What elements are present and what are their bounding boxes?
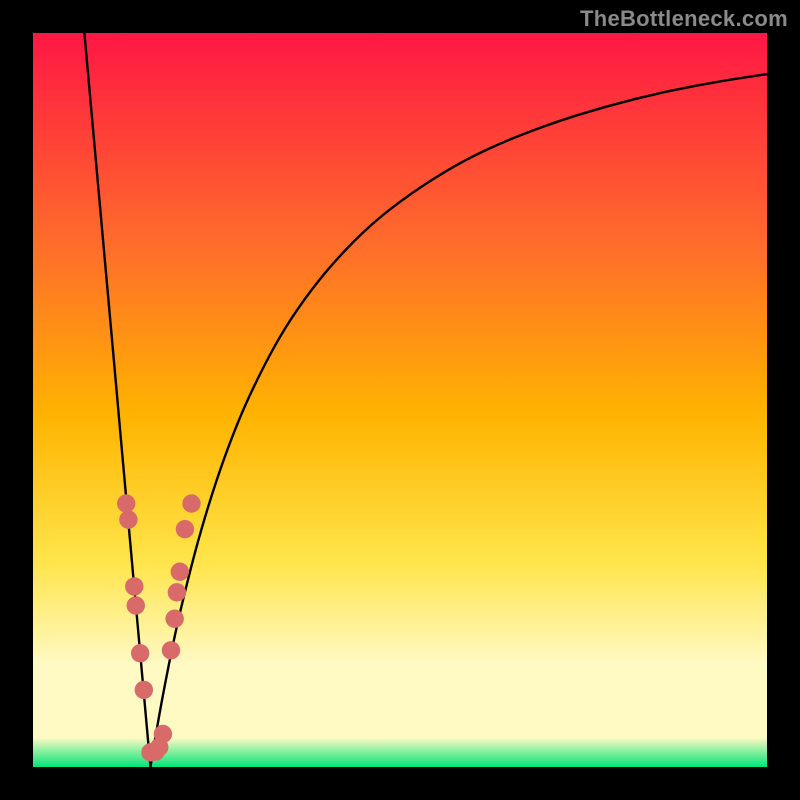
plot-svg	[33, 33, 767, 767]
data-marker	[162, 641, 180, 659]
data-marker	[176, 520, 194, 538]
data-marker	[131, 644, 149, 662]
data-marker	[168, 583, 186, 601]
data-marker	[135, 681, 153, 699]
data-marker	[165, 610, 183, 628]
chart-frame: TheBottleneck.com	[0, 0, 800, 800]
attribution-text: TheBottleneck.com	[580, 6, 788, 32]
data-marker	[171, 563, 189, 581]
data-marker	[117, 494, 135, 512]
data-marker	[182, 494, 200, 512]
data-marker	[154, 725, 172, 743]
data-marker	[125, 577, 143, 595]
data-marker	[119, 510, 137, 528]
data-marker	[127, 596, 145, 614]
plot-area	[33, 33, 767, 767]
